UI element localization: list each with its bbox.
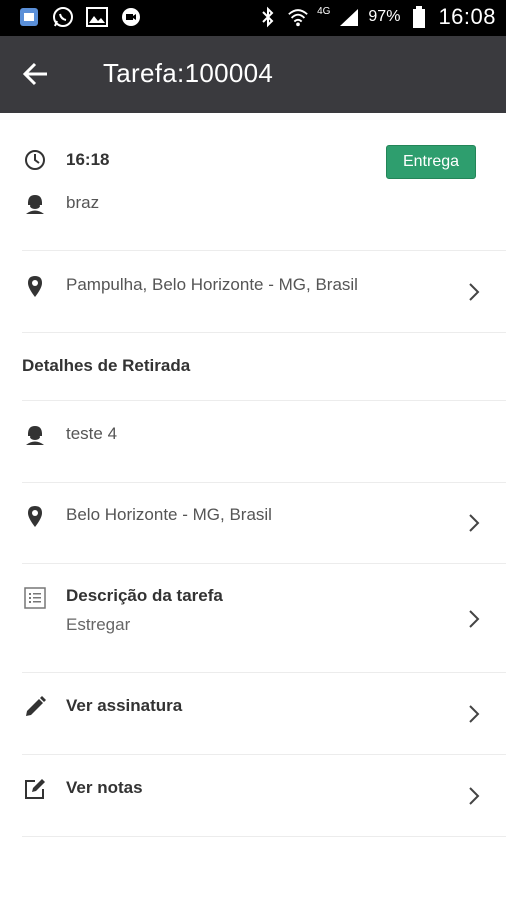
delivery-address-row[interactable]: Pampulha, Belo Horizonte - MG, Brasil <box>22 252 506 332</box>
view-notes-row[interactable]: Ver notas <box>22 756 506 836</box>
clock-icon <box>22 147 48 173</box>
divider <box>22 563 506 564</box>
signal-icon <box>338 6 360 28</box>
chevron-right-icon <box>466 280 482 304</box>
view-notes-label: Ver notas <box>66 778 143 797</box>
edit-note-icon <box>22 776 48 802</box>
divider <box>22 250 506 251</box>
person-icon <box>22 422 48 448</box>
system-status: 4G 97% 16:08 <box>257 4 496 30</box>
section-title: Detalhes de Retirada <box>22 356 191 375</box>
wifi-icon <box>287 6 309 28</box>
location-pin-icon <box>22 504 48 530</box>
pickup-address: Belo Horizonte - MG, Brasil <box>66 505 272 524</box>
location-pin-icon <box>22 274 48 300</box>
divider <box>22 332 506 333</box>
task-type-badge: Entrega <box>386 145 476 179</box>
description-value: Estregar <box>66 615 131 634</box>
bluetooth-icon <box>257 6 279 28</box>
view-signature-row[interactable]: Ver assinatura <box>22 674 506 754</box>
task-description-row[interactable]: Descrição da tarefa Estregar <box>22 565 506 671</box>
whatsapp-icon <box>52 6 74 28</box>
divider <box>22 672 506 673</box>
delivery-address: Pampulha, Belo Horizonte - MG, Brasil <box>66 275 358 294</box>
app-notification-icon <box>18 6 40 28</box>
status-bar: 4G 97% 16:08 <box>0 0 506 36</box>
back-button[interactable] <box>20 58 52 90</box>
chevron-right-icon <box>466 607 482 631</box>
person-icon <box>22 191 48 217</box>
network-type: 4G <box>317 5 331 17</box>
pencil-icon <box>22 694 48 720</box>
video-chat-icon <box>120 6 142 28</box>
pickup-contact-name: teste 4 <box>66 424 118 443</box>
clock: 16:08 <box>438 4 496 29</box>
customer-name: braz <box>66 193 100 212</box>
chevron-right-icon <box>466 511 482 535</box>
chevron-right-icon <box>466 784 482 808</box>
notification-icons <box>18 6 142 28</box>
arrow-left-icon <box>23 62 47 86</box>
list-icon <box>22 585 48 611</box>
pickup-section-header: Detalhes de Retirada <box>22 354 506 378</box>
battery-icon <box>408 6 430 28</box>
app-bar: Tarefa:100004 <box>0 36 506 113</box>
pickup-contact-row: teste 4 <box>22 418 506 452</box>
battery-percent: 97% <box>368 8 401 25</box>
chevron-right-icon <box>466 702 482 726</box>
pickup-address-row[interactable]: Belo Horizonte - MG, Brasil <box>22 484 506 564</box>
view-signature-label: Ver assinatura <box>66 696 183 715</box>
customer-row: braz <box>22 189 506 219</box>
divider <box>22 400 506 401</box>
gallery-icon <box>86 6 108 28</box>
page-title: Tarefa:100004 <box>103 58 274 88</box>
divider <box>22 836 506 837</box>
divider <box>22 482 506 483</box>
description-label: Descrição da tarefa <box>66 586 223 605</box>
divider <box>22 754 506 755</box>
task-time: 16:18 <box>66 150 110 169</box>
